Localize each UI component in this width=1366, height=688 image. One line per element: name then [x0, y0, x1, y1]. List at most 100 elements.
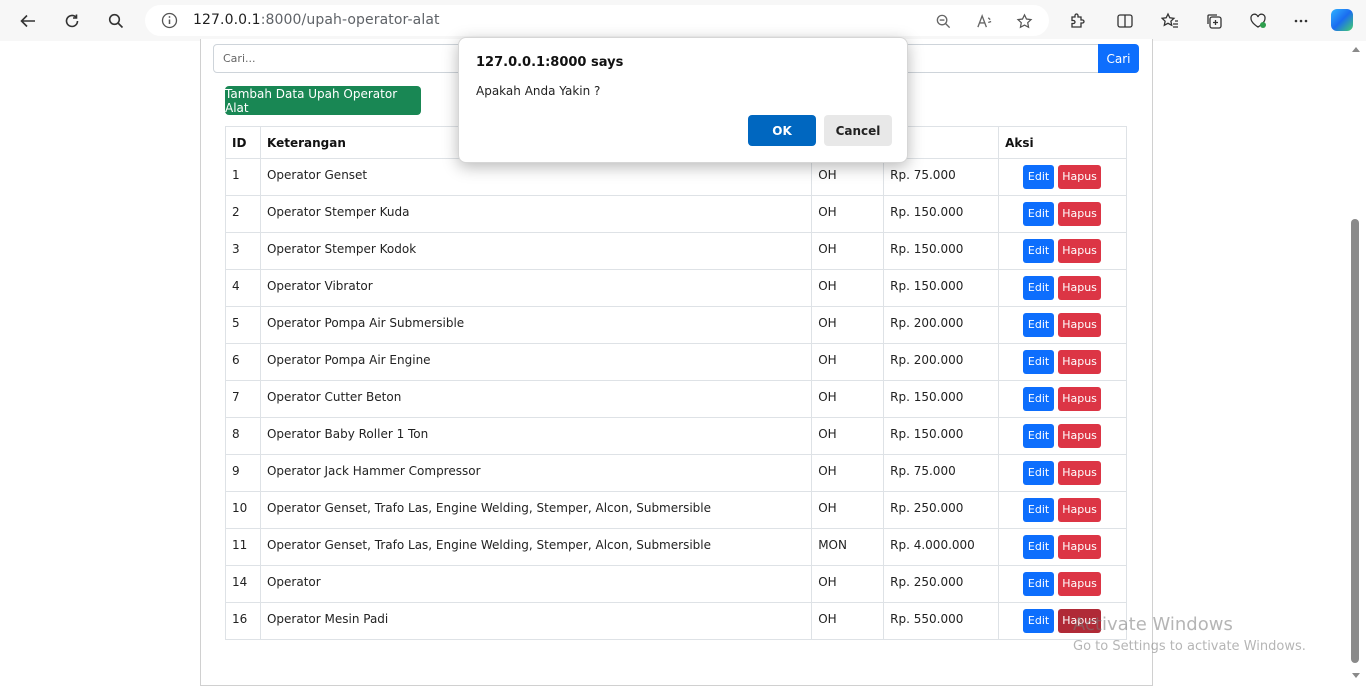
cell-upah: Rp. 150.000 [883, 232, 1000, 270]
delete-button[interactable]: Hapus [1058, 276, 1102, 300]
extensions-icon[interactable] [1062, 6, 1092, 36]
zoom-icon[interactable] [933, 11, 953, 31]
add-data-button[interactable]: Tambah Data Upah Operator Alat [225, 86, 421, 115]
edit-button[interactable]: Edit [1023, 202, 1055, 226]
cell-keterangan: Operator Genset, Trafo Las, Engine Weldi… [259, 528, 813, 566]
cell-keterangan: Operator Cutter Beton [259, 380, 813, 418]
table-row: 1 Operator Genset OH Rp. 75.000 Edit Hapus [225, 158, 1127, 196]
scroll-thumb[interactable] [1351, 219, 1359, 663]
search-icon[interactable] [101, 6, 131, 36]
edit-button[interactable]: Edit [1023, 165, 1055, 189]
cell-keterangan: Operator Jack Hammer Compressor [259, 454, 813, 492]
table-row: 8 Operator Baby Roller 1 Ton OH Rp. 150.000… [225, 417, 1127, 455]
search-button[interactable]: Cari [1098, 44, 1139, 73]
table-row: 14 Operator OH Rp. 250.000 Edit Hapus [225, 565, 1127, 603]
edit-button[interactable]: Edit [1023, 535, 1055, 559]
url-text: 127.0.0.1:8000/upah-operator-alat [193, 12, 440, 28]
edit-button[interactable]: Edit [1023, 498, 1055, 522]
delete-button[interactable]: Hapus [1058, 498, 1102, 522]
site-info-icon[interactable] [161, 12, 178, 29]
cell-aksi: Edit Hapus [998, 491, 1127, 529]
cell-satuan: OH [811, 380, 885, 418]
cell-id: 14 [225, 565, 261, 603]
cell-id: 1 [225, 158, 261, 196]
edit-button[interactable]: Edit [1023, 609, 1055, 633]
scroll-down-icon[interactable] [1352, 673, 1360, 678]
favorite-star-icon[interactable] [1014, 11, 1034, 31]
cell-keterangan: Operator Stemper Kodok [259, 232, 813, 270]
delete-button[interactable]: Hapus [1058, 350, 1102, 374]
copilot-icon[interactable] [1331, 9, 1353, 31]
table-row: 2 Operator Stemper Kuda OH Rp. 150.000 Edit H… [225, 195, 1127, 233]
header-id: ID [225, 126, 261, 159]
delete-button[interactable]: Hapus [1058, 535, 1102, 559]
cell-satuan: OH [811, 602, 885, 640]
edit-button[interactable]: Edit [1023, 387, 1055, 411]
delete-button[interactable]: Hapus [1058, 202, 1102, 226]
data-table: ID Keterangan ah Aksi 1Operator GensetOH… [225, 126, 1127, 640]
cell-upah: Rp. 4.000.000 [883, 528, 1000, 566]
cell-id: 16 [225, 602, 261, 640]
cell-aksi: Edit Hapus [998, 380, 1127, 418]
read-aloud-icon[interactable] [974, 11, 994, 31]
delete-button[interactable]: Hapus [1058, 239, 1102, 263]
cell-id: 10 [225, 491, 261, 529]
cell-aksi: Edit Hapus [998, 269, 1127, 307]
split-screen-icon[interactable] [1110, 6, 1140, 36]
cell-keterangan: Operator Mesin Padi [259, 602, 813, 640]
collections-icon[interactable] [1199, 6, 1229, 36]
cell-keterangan: Operator Genset [259, 158, 813, 196]
back-icon[interactable] [13, 6, 43, 36]
scroll-up-icon[interactable] [1352, 47, 1360, 52]
dialog-cancel-button[interactable]: Cancel [824, 115, 892, 146]
dialog-ok-button[interactable]: OK [748, 115, 816, 146]
cell-upah: Rp. 550.000 [883, 602, 1000, 640]
header-aksi: Aksi [998, 126, 1127, 159]
edit-button[interactable]: Edit [1023, 276, 1055, 300]
edit-button[interactable]: Edit [1023, 461, 1055, 485]
cell-satuan: OH [811, 232, 885, 270]
table-row: 6 Operator Pompa Air Engine OH Rp. 200.000 E… [225, 343, 1127, 381]
cell-upah: Rp. 250.000 [883, 491, 1000, 529]
delete-button[interactable]: Hapus [1058, 424, 1102, 448]
delete-button[interactable]: Hapus [1058, 572, 1102, 596]
cell-aksi: Edit Hapus [998, 195, 1127, 233]
cell-id: 8 [225, 417, 261, 455]
cell-satuan: MON [811, 528, 885, 566]
cell-id: 7 [225, 380, 261, 418]
browser-essentials-icon[interactable] [1243, 6, 1273, 36]
cell-upah: Rp. 150.000 [883, 417, 1000, 455]
delete-button[interactable]: Hapus [1058, 313, 1102, 337]
browser-toolbar: 127.0.0.1:8000/upah-operator-alat [0, 0, 1366, 41]
confirm-dialog: 127.0.0.1:8000 says Apakah Anda Yakin ? … [458, 37, 908, 163]
page-scrollbar[interactable] [1348, 41, 1362, 688]
cell-satuan: OH [811, 491, 885, 529]
cell-aksi: Edit Hapus [998, 306, 1127, 344]
delete-button[interactable]: Hapus [1058, 461, 1102, 485]
table-row: 7 Operator Cutter Beton OH Rp. 150.000 Edit H… [225, 380, 1127, 418]
table-row: 5 Operator Pompa Air Submersible OH Rp. 200… [225, 306, 1127, 344]
cell-keterangan: Operator Pompa Air Submersible [259, 306, 813, 344]
more-options-icon[interactable] [1286, 6, 1316, 36]
cell-keterangan: Operator Stemper Kuda [259, 195, 813, 233]
cell-upah: Rp. 75.000 [883, 158, 1000, 196]
cell-upah: Rp. 200.000 [883, 306, 1000, 344]
edit-button[interactable]: Edit [1023, 350, 1055, 374]
edit-button[interactable]: Edit [1023, 572, 1055, 596]
address-bar[interactable]: 127.0.0.1:8000/upah-operator-alat [145, 5, 1049, 36]
delete-button[interactable]: Hapus [1058, 165, 1102, 189]
cell-id: 9 [225, 454, 261, 492]
cell-satuan: OH [811, 454, 885, 492]
edit-button[interactable]: Edit [1023, 424, 1055, 448]
favorites-icon[interactable] [1155, 6, 1185, 36]
cell-satuan: OH [811, 158, 885, 196]
cell-id: 3 [225, 232, 261, 270]
refresh-icon[interactable] [57, 6, 87, 36]
cell-keterangan: Operator [259, 565, 813, 603]
edit-button[interactable]: Edit [1023, 313, 1055, 337]
delete-button[interactable]: Hapus [1058, 387, 1102, 411]
cell-aksi: Edit Hapus [998, 417, 1127, 455]
cell-satuan: OH [811, 565, 885, 603]
table-row: 11 Operator Genset, Trafo Las, Engine Wel… [225, 528, 1127, 566]
edit-button[interactable]: Edit [1023, 239, 1055, 263]
